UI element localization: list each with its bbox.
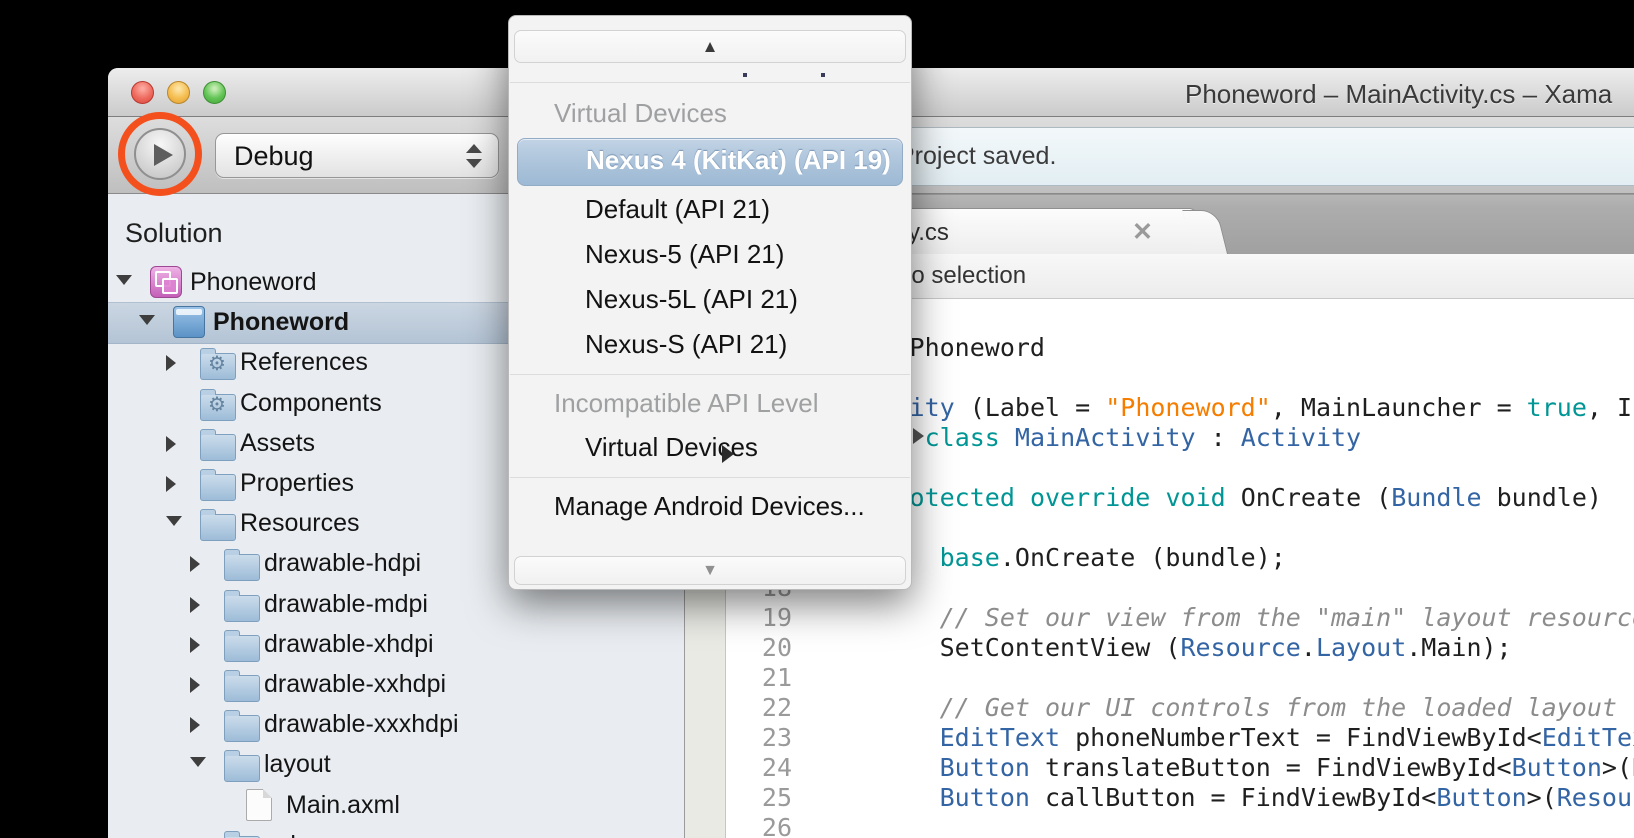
status-message: Project saved. xyxy=(898,142,1056,171)
stepper-icon xyxy=(466,143,482,169)
minimize-window-icon[interactable] xyxy=(167,81,190,104)
code-line: Button translateButton = FindViewById<Bu… xyxy=(759,753,1634,783)
breadcrumb: No selection xyxy=(894,262,1026,290)
tree-item-label: Phoneword xyxy=(213,302,349,342)
menu-item[interactable]: Nexus-5 (API 21) xyxy=(585,239,784,270)
menu-item[interactable]: Manage Android Devices... xyxy=(554,491,865,522)
tree-item-label: Phoneword xyxy=(190,262,316,302)
tree-item-label: drawable-mdpi xyxy=(264,584,428,624)
tree-item-label: Assets xyxy=(240,423,315,463)
expander-closed-icon[interactable] xyxy=(190,556,200,572)
screenshot-canvas: Phoneword – MainActivity.cs – Xama Debug… xyxy=(0,0,1634,838)
expander-open-icon[interactable] xyxy=(139,315,155,325)
file-icon xyxy=(246,789,272,821)
tree-row-main-axml[interactable]: Main.axml xyxy=(108,785,684,825)
tree-item-label: drawable-xxxhdpi xyxy=(264,704,459,744)
device-selection-menu: ▲ Virtual Devices Nexus 4 (KitKat) (API 1… xyxy=(508,15,912,590)
tree-item-label: Components xyxy=(240,383,382,423)
configuration-label: Debug xyxy=(234,141,314,172)
folder-gear-icon xyxy=(200,394,236,421)
tree-item-label: drawable-xxhdpi xyxy=(264,664,446,704)
tree-item-label: drawable-xhdpi xyxy=(264,624,434,664)
menu-section-header: Virtual Devices xyxy=(554,98,727,129)
expander-closed-icon[interactable] xyxy=(166,355,176,371)
tree-item-label: Main.axml xyxy=(286,785,400,825)
tree-row-layout[interactable]: layout xyxy=(108,744,684,784)
folder-icon xyxy=(224,554,260,581)
folder-icon xyxy=(224,635,260,662)
folder-icon xyxy=(200,474,236,501)
close-window-icon[interactable] xyxy=(131,81,154,104)
tree-item-label: values xyxy=(264,825,336,838)
tree-item-label: layout xyxy=(264,744,331,784)
code-line: // Set our view from the "main" layout r… xyxy=(759,603,1634,633)
code-line: // Get our UI controls from the loaded l… xyxy=(759,693,1617,723)
expander-open-icon[interactable] xyxy=(166,516,182,526)
folder-gear-icon xyxy=(200,353,236,380)
menu-scroll-up[interactable]: ▲ xyxy=(514,30,906,63)
expander-open-icon[interactable] xyxy=(116,275,132,285)
status-display: Project saved. xyxy=(885,127,1634,186)
expander-closed-icon[interactable] xyxy=(190,717,200,733)
menu-item[interactable]: Nexus-S (API 21) xyxy=(585,329,787,360)
expander-closed-icon[interactable] xyxy=(190,637,200,653)
project-icon xyxy=(173,306,205,338)
configuration-selector[interactable]: Debug xyxy=(215,133,499,178)
code-line: Button callButton = FindViewById<Button>… xyxy=(759,783,1634,813)
tree-item-label: Properties xyxy=(240,463,354,503)
zoom-window-icon[interactable] xyxy=(203,81,226,104)
solution-icon xyxy=(150,266,182,298)
menu-item[interactable]: Virtual Devices xyxy=(585,432,758,463)
code-line: SetContentView (Resource.Layout.Main); xyxy=(759,633,1512,663)
clipped-item-remnant xyxy=(821,73,825,77)
folder-icon xyxy=(224,595,260,622)
tree-item-label: Resources xyxy=(240,503,360,543)
menu-item[interactable]: Nexus-5L (API 21) xyxy=(585,284,798,315)
tree-row-drawable-xhdpi[interactable]: drawable-xhdpi xyxy=(108,624,684,664)
tree-row-drawable-xxxhdpi[interactable]: drawable-xxxhdpi xyxy=(108,704,684,744)
menu-item-label: Nexus 4 (KitKat) (API 19) xyxy=(586,145,891,176)
fold-marker-icon[interactable] xyxy=(913,428,924,444)
tree-item-label: References xyxy=(240,342,368,382)
annotation-circle xyxy=(118,112,202,196)
expander-closed-icon[interactable] xyxy=(190,677,200,693)
menu-item-selected[interactable]: Nexus 4 (KitKat) (API 19) xyxy=(517,138,903,186)
code-line: EditText phoneNumberText = FindViewById<… xyxy=(759,723,1634,753)
tree-item-label: drawable-hdpi xyxy=(264,543,421,583)
window-title: Phoneword – MainActivity.cs – Xama xyxy=(1185,79,1612,110)
submenu-arrow-icon xyxy=(722,445,734,463)
folder-icon xyxy=(224,715,260,742)
folder-icon xyxy=(224,675,260,702)
menu-separator xyxy=(510,374,910,375)
clipped-item-remnant xyxy=(743,73,747,77)
line-number: 26 xyxy=(726,813,792,838)
tree-row-drawable-xxhdpi[interactable]: drawable-xxhdpi xyxy=(108,664,684,704)
menu-scroll-down[interactable]: ▼ xyxy=(514,556,906,585)
folder-icon xyxy=(224,755,260,782)
folder-icon xyxy=(200,434,236,461)
tab-close-icon[interactable]: ✕ xyxy=(1132,217,1153,247)
tree-row-values[interactable]: values xyxy=(108,825,684,838)
expander-closed-icon[interactable] xyxy=(190,597,200,613)
menu-separator xyxy=(510,82,910,83)
expander-closed-icon[interactable] xyxy=(166,436,176,452)
menu-item[interactable]: Default (API 21) xyxy=(585,194,770,225)
menu-separator xyxy=(510,477,910,478)
expander-open-icon[interactable] xyxy=(190,757,206,767)
solution-pad-title: Solution xyxy=(125,218,223,249)
menu-section-header: Incompatible API Level xyxy=(554,388,819,419)
expander-closed-icon[interactable] xyxy=(166,476,176,492)
folder-icon xyxy=(200,514,236,541)
line-number: 21 xyxy=(726,663,792,693)
